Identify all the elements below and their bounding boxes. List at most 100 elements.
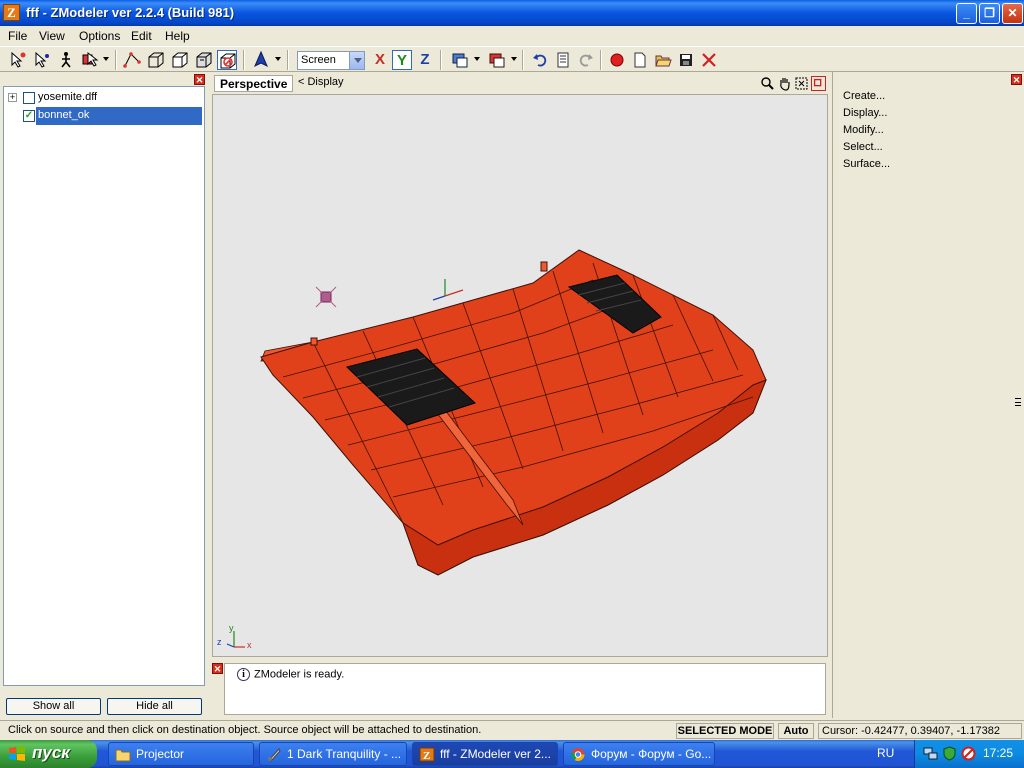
viewport-mode-label[interactable]: < Display [298,76,344,88]
log-entry: i ZModeler is ready. [237,668,344,681]
command-modify[interactable]: Modify... [843,124,884,136]
chrome-icon [571,748,585,761]
taskbar-item-zmodeler[interactable]: Z fff - ZModeler ver 2... [412,742,558,766]
select-group-icon[interactable] [80,50,100,70]
title-bar: Z fff - ZModeler ver 2.2.4 (Build 981) _… [0,0,1024,26]
visibility-checkbox[interactable] [23,92,35,104]
command-create[interactable]: Create... [843,90,885,102]
taskbar-item-media[interactable]: 1 Dark Tranquility - ... [259,742,407,766]
save-icon[interactable] [676,50,696,70]
minimize-button[interactable]: _ [956,3,977,24]
security-shield-icon[interactable] [942,746,957,761]
show-all-button[interactable]: Show all [6,698,101,715]
close-file-icon[interactable] [699,50,719,70]
windows-logo-icon [9,746,25,761]
vertex-mode-icon[interactable] [122,50,142,70]
select-arrow-icon[interactable] [8,50,28,70]
zmodeler-app-icon[interactable]: Z [3,4,20,21]
start-button[interactable]: пуск [0,740,97,768]
menu-file[interactable]: File [8,29,27,43]
record-icon[interactable] [607,50,627,70]
undo-list-icon[interactable] [553,50,573,70]
start-label: пуск [32,743,70,762]
hide-all-button[interactable]: Hide all [107,698,202,715]
menu-view[interactable]: View [39,29,65,43]
menu-help[interactable]: Help [165,29,190,43]
auto-mode-indicator[interactable]: Auto [778,723,814,739]
light-marker-icon[interactable] [315,286,337,308]
language-indicator[interactable]: RU [877,746,894,760]
polygon-mode-icon[interactable] [146,50,166,70]
antivirus-blocked-icon[interactable] [961,746,976,761]
object-mode-icon[interactable] [170,50,190,70]
axis-y-toggle[interactable]: Y [392,50,412,70]
object-tree[interactable]: + yosemite.dff ✓ bonnet_ok [3,86,205,686]
chevron-down-icon[interactable] [349,52,364,69]
fit-view-icon[interactable] [794,76,809,91]
zoom-icon[interactable] [760,76,775,91]
select-dropdown-arrow[interactable] [103,57,109,61]
close-button[interactable]: ✕ [1002,3,1023,24]
viewport-header: Perspective < Display [212,72,828,94]
copy-dropdown-arrow[interactable] [474,57,480,61]
zmodeler-icon: Z [419,747,435,762]
copy-tool-icon[interactable] [450,50,470,70]
taskbar-item-label: 1 Dark Tranquility - ... [287,747,402,761]
select-object-icon[interactable] [56,50,76,70]
panel-resize-grip[interactable] [1015,398,1021,406]
command-surface[interactable]: Surface... [843,158,890,170]
cursor-coordinates: Cursor: -0.42477, 0.39407, -1.17382 [818,723,1022,739]
menu-options[interactable]: Options [79,29,120,43]
attach-dropdown-arrow[interactable] [511,57,517,61]
pivot-gizmo-icon [432,279,464,301]
bonnet-model[interactable] [260,249,767,576]
pan-hand-icon[interactable] [777,76,792,91]
attach-tool-icon[interactable] [487,50,507,70]
info-icon: i [237,668,250,681]
redo-icon[interactable] [576,50,596,70]
clock[interactable]: 17:25 [983,746,1013,760]
group-mode-icon[interactable] [194,50,214,70]
close-icon[interactable]: ✕ [194,74,205,85]
network-icon[interactable] [923,746,938,761]
main-toolbar: Screen X Y Z [0,46,1024,72]
window-title: fff - ZModeler ver 2.2.4 (Build 981) [26,5,235,20]
move-tool-icon[interactable] [251,50,271,70]
log-output[interactable]: i ZModeler is ready. [224,663,826,715]
taskbar-item-projector[interactable]: Projector [108,742,254,766]
axis-label-z: z [217,637,222,647]
taskbar-item-chrome[interactable]: Форум - Форум - Go... [563,742,715,766]
visibility-checkbox[interactable]: ✓ [23,110,35,122]
toolbar-separator [600,50,602,70]
folder-icon [115,749,131,762]
expand-plus-icon[interactable]: + [8,93,17,102]
surface-mode-icon[interactable] [217,50,237,70]
tree-item-yosemite[interactable]: + yosemite.dff [4,89,202,107]
viewport-type-tab[interactable]: Perspective [214,75,294,92]
new-file-icon[interactable] [630,50,650,70]
svg-text:Z: Z [423,750,430,762]
command-display[interactable]: Display... [843,107,887,119]
selection-mode-indicator[interactable]: SELECTED MODE [676,723,774,739]
viewport-scene: y x z [217,249,767,650]
log-panel: ✕ i ZModeler is ready. [212,661,828,717]
maximize-button[interactable]: ❐ [979,3,1000,24]
command-select[interactable]: Select... [843,141,883,153]
maximize-viewport-icon[interactable] [811,76,826,91]
taskbar-item-label: Projector [136,747,185,761]
tree-item-bonnet[interactable]: ✓ bonnet_ok [4,107,202,125]
axis-label-y: y [229,623,234,633]
select-vertex-icon[interactable] [32,50,52,70]
close-icon[interactable]: ✕ [1011,74,1022,85]
media-icon [268,748,281,762]
coordinate-system-select[interactable]: Screen [297,51,365,70]
move-dropdown-arrow[interactable] [275,57,281,61]
axis-x-toggle[interactable]: X [370,50,390,70]
close-icon[interactable]: ✕ [212,663,223,674]
taskbar: пуск Projector 1 Dark Tranquility - ... … [0,740,1024,768]
3d-viewport[interactable]: y x z [212,94,828,657]
axis-z-toggle[interactable]: Z [415,50,435,70]
undo-icon[interactable] [530,50,550,70]
open-folder-icon[interactable] [653,50,673,70]
menu-edit[interactable]: Edit [131,29,152,43]
